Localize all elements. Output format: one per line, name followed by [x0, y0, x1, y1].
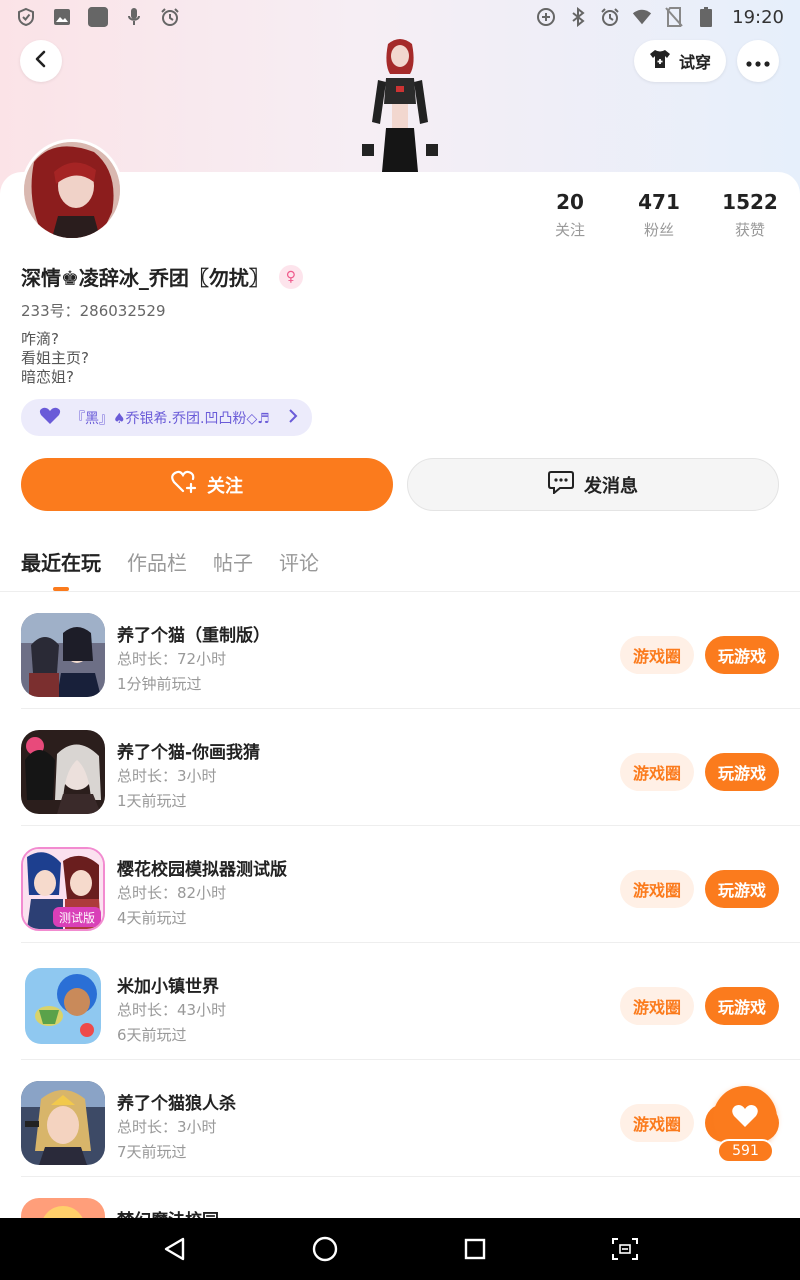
game-icon: [21, 1081, 105, 1165]
game-duration: 总时长：3小时: [117, 1118, 217, 1136]
list-item[interactable]: 养了个猫（重制版） 总时长：72小时 1分钟前玩过 游戏圈 玩游戏: [21, 592, 800, 709]
chevron-left-icon: [31, 49, 51, 73]
game-last-played: 7天前玩过: [117, 1143, 187, 1161]
stat-label: 获赞: [734, 221, 765, 239]
bio-line: 咋滴?: [21, 330, 59, 348]
profile-name-row: 深情♚凌辞冰_乔团〖勿扰〗 ♀: [21, 262, 303, 291]
heart-icon: [731, 1104, 759, 1132]
follow-button[interactable]: 关注: [21, 458, 393, 511]
game-title: 养了个猫（重制版）: [117, 626, 270, 646]
screenshot-icon[interactable]: [605, 1229, 645, 1269]
avatar-3d-figure: [350, 34, 450, 174]
profile-name: 深情♚凌辞冰_乔团〖勿扰〗: [21, 266, 269, 290]
data-saver-icon: [536, 7, 556, 27]
tab-posts[interactable]: 帖子: [213, 547, 253, 583]
game-circle-button[interactable]: 游戏圈: [620, 870, 694, 908]
mic-icon: [124, 7, 144, 27]
system-nav-bar: [0, 1218, 800, 1280]
stat-followers[interactable]: 471 粉丝: [619, 190, 699, 240]
stat-likes[interactable]: 1522 获赞: [710, 190, 790, 240]
game-circle-button[interactable]: 游戏圈: [620, 636, 694, 674]
profile-bio: 咋滴? 看姐主页? 暗恋姐?: [21, 330, 89, 387]
game-last-played: 4天前玩过: [117, 909, 187, 927]
alarm-icon: [600, 7, 620, 27]
bio-line: 暗恋姐?: [21, 368, 74, 386]
game-last-played: 6天前玩过: [117, 1026, 187, 1044]
fan-club-name: 『黑』♠乔银希.乔团.凹凸粉◇♬: [71, 410, 270, 427]
tab-comments[interactable]: 评论: [279, 547, 319, 583]
back-triangle-icon[interactable]: [155, 1229, 195, 1269]
game-circle-button[interactable]: 游戏圈: [620, 1104, 694, 1142]
play-game-button[interactable]: 玩游戏: [705, 870, 779, 908]
image-icon: [52, 7, 72, 27]
stat-label: 关注: [554, 221, 585, 239]
game-duration: 总时长：43小时: [117, 1001, 227, 1019]
follow-label: 关注: [207, 475, 243, 497]
bluetooth-icon: [568, 7, 588, 27]
stat-label: 粉丝: [643, 221, 674, 239]
shield-check-icon: [16, 7, 36, 27]
test-version-badge: 测试版: [59, 910, 95, 925]
chevron-right-icon: [288, 408, 298, 427]
tab-recently-played[interactable]: 最近在玩: [21, 547, 101, 591]
game-duration: 总时长：82小时: [117, 884, 227, 902]
more-button[interactable]: [737, 40, 779, 82]
play-game-button[interactable]: 玩游戏: [705, 753, 779, 791]
stat-number: 471: [638, 190, 680, 214]
female-gender-icon: ♀: [278, 264, 303, 289]
tab-works[interactable]: 作品栏: [127, 547, 187, 583]
play-game-button[interactable]: 玩游戏: [705, 987, 779, 1025]
message-button[interactable]: 发消息: [407, 458, 779, 511]
list-item[interactable]: 养了个猫-你画我猜 总时长：3小时 1天前玩过 游戏圈 玩游戏: [21, 709, 800, 826]
game-title: 米加小镇世界: [117, 977, 219, 997]
stat-number: 1522: [722, 190, 778, 214]
profile-tabs: 最近在玩 作品栏 帖子 评论: [21, 547, 319, 591]
game-icon: 测试版: [21, 847, 105, 931]
recents-square-icon[interactable]: [455, 1229, 495, 1269]
profile-screen: 19:20 试穿 20 关注 471 粉丝 1522 获赞 深情♚凌辞冰_乔团〖…: [0, 0, 800, 1280]
battery-icon: [696, 7, 716, 27]
back-button[interactable]: [20, 40, 62, 82]
status-time: 19:20: [732, 6, 784, 28]
game-title: 养了个猫-你画我猜: [117, 743, 261, 763]
try-on-button[interactable]: 试穿: [634, 40, 726, 82]
list-item[interactable]: 养了个猫狼人杀 总时长：3小时 7天前玩过 游戏圈 玩游戏: [21, 1060, 800, 1177]
play-game-button[interactable]: 玩游戏: [705, 636, 779, 674]
no-sim-icon: [664, 7, 684, 27]
chat-bubble-icon: [548, 470, 574, 499]
stat-following[interactable]: 20 关注: [530, 190, 610, 240]
game-icon: [21, 613, 105, 697]
game-duration: 总时长：3小时: [117, 767, 217, 785]
game-last-played: 1天前玩过: [117, 792, 187, 810]
try-on-label: 试穿: [678, 53, 711, 72]
game-last-played: 1分钟前玩过: [117, 675, 202, 693]
list-item[interactable]: 测试版 樱花校园模拟器测试版 总时长：82小时 4天前玩过 游戏圈 玩游戏: [21, 826, 800, 943]
home-circle-icon[interactable]: [305, 1229, 345, 1269]
app-square-icon: [88, 7, 108, 27]
game-circle-button[interactable]: 游戏圈: [620, 987, 694, 1025]
wifi-icon: [632, 7, 652, 27]
game-title: 养了个猫狼人杀: [117, 1094, 236, 1114]
message-label: 发消息: [584, 475, 638, 497]
game-circle-button[interactable]: 游戏圈: [620, 753, 694, 791]
more-dots-icon: [746, 52, 770, 71]
bio-line: 看姐主页?: [21, 349, 89, 367]
heart-plus-icon: [171, 470, 197, 499]
avatar[interactable]: [21, 139, 123, 241]
like-count-badge: 591: [717, 1139, 774, 1163]
status-bar: 19:20: [0, 0, 800, 34]
alarm-icon: [160, 7, 180, 27]
user-id: 233号：286032529: [21, 302, 166, 320]
shirt-icon: [649, 49, 671, 73]
heart-icon: [39, 407, 61, 429]
game-icon: [21, 964, 105, 1048]
game-duration: 总时长：72小时: [117, 650, 227, 668]
game-icon: [21, 730, 105, 814]
list-item[interactable]: 米加小镇世界 总时长：43小时 6天前玩过 游戏圈 玩游戏: [21, 943, 800, 1060]
gender-symbol: ♀: [285, 268, 297, 285]
game-title: 樱花校园模拟器测试版: [117, 860, 287, 880]
stat-number: 20: [556, 190, 584, 214]
fan-club-chip[interactable]: 『黑』♠乔银希.乔团.凹凸粉◇♬: [21, 399, 312, 436]
